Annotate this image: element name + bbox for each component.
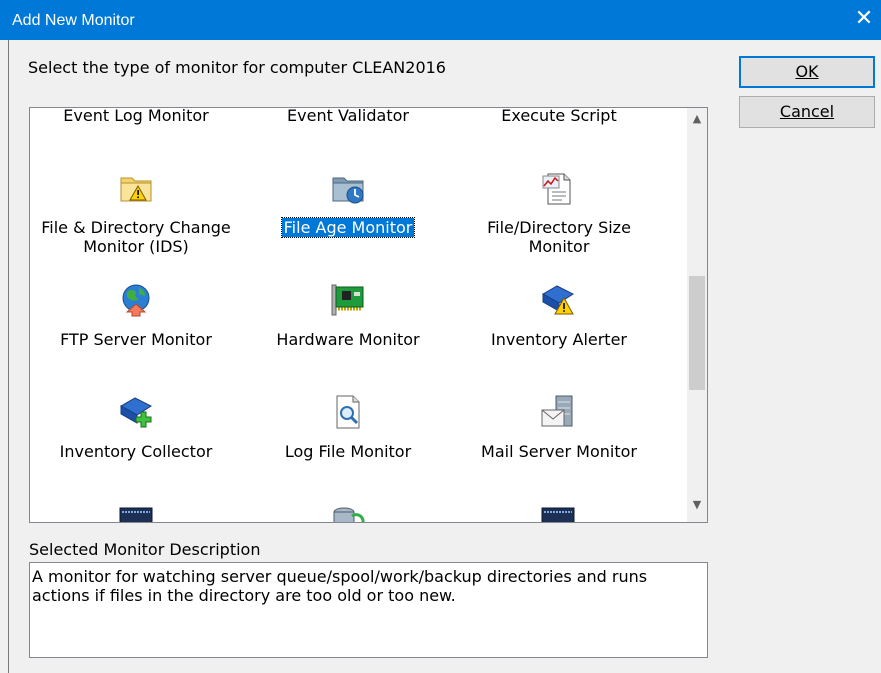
list-item-inventory-alerter[interactable]: Inventory Alerter [454,330,664,349]
globe-upload-icon [122,284,150,317]
prompt-text: Select the type of monitor for computer … [28,58,446,77]
circuit-board-icon [331,284,364,316]
description-textbox[interactable]: A monitor for watching server queue/spoo… [29,562,708,658]
ok-button[interactable]: OK [739,56,875,88]
list-item-label: Mail Server Monitor [481,442,637,461]
scroll-thumb[interactable] [689,276,705,390]
list-scrollbar[interactable]: ▲ ▼ [687,108,707,522]
scroll-down-icon[interactable]: ▼ [687,498,707,520]
add-monitor-dialog: Add New Monitor ✕ Select the type of mon… [0,0,881,673]
list-item-label: Inventory Collector [59,442,213,461]
list-item-label: Hardware Monitor [276,330,420,349]
list-item-label: File & Directory Change Monitor (IDS) [41,218,231,256]
list-item-event-log-monitor[interactable]: Event Log Monitor [31,107,241,125]
document-chart-icon [542,173,571,205]
list-item-label: FTP Server Monitor [60,330,212,349]
scroll-up-icon[interactable]: ▲ [687,112,707,134]
list-item-hardware-monitor[interactable]: Hardware Monitor [243,330,453,349]
book-warning-icon [541,285,575,315]
description-label: Selected Monitor Description [29,540,261,559]
list-item-ftp-server-monitor[interactable]: FTP Server Monitor [31,330,241,349]
list-item-execute-script[interactable]: Execute Script [454,107,664,125]
folder-warning-icon [120,177,152,202]
list-item-label: File/Directory Size Monitor [487,218,631,256]
list-item-file-age-monitor[interactable]: File Age Monitor [243,217,453,238]
list-item-file-directory-change[interactable]: File & Directory Change Monitor (IDS) [31,218,241,256]
ok-button-label: OK [795,62,819,81]
list-item-label: Execute Script [501,107,617,125]
database-sync-icon [333,507,365,522]
list-item-label: Inventory Alerter [490,330,627,349]
list-item-label: Event Log Monitor [63,107,209,125]
window-title: Add New Monitor [12,12,135,29]
terminal-icon [541,507,575,522]
list-item-file-directory-size[interactable]: File/Directory Size Monitor [454,218,664,256]
book-add-icon [119,397,153,428]
monitor-type-list[interactable]: Event Log Monitor Event Validator Execut… [29,107,708,523]
list-item-event-validator[interactable]: Event Validator [243,107,453,125]
mail-server-icon [541,395,573,427]
list-item-mail-server-monitor[interactable]: Mail Server Monitor [454,442,664,461]
title-bar[interactable]: Add New Monitor ✕ [0,0,881,40]
list-item-log-file-monitor[interactable]: Log File Monitor [243,442,453,461]
list-item-label: Log File Monitor [284,442,412,461]
cancel-button-label: Cancel [779,102,835,121]
list-item-label: Event Validator [287,107,409,125]
document-search-icon [336,395,360,429]
folder-clock-icon [332,177,364,204]
cancel-button[interactable]: Cancel [739,96,875,128]
close-icon[interactable]: ✕ [853,8,875,30]
list-item-label: File Age Monitor [280,217,416,238]
terminal-icon [119,507,153,522]
list-item-inventory-collector[interactable]: Inventory Collector [31,442,241,461]
